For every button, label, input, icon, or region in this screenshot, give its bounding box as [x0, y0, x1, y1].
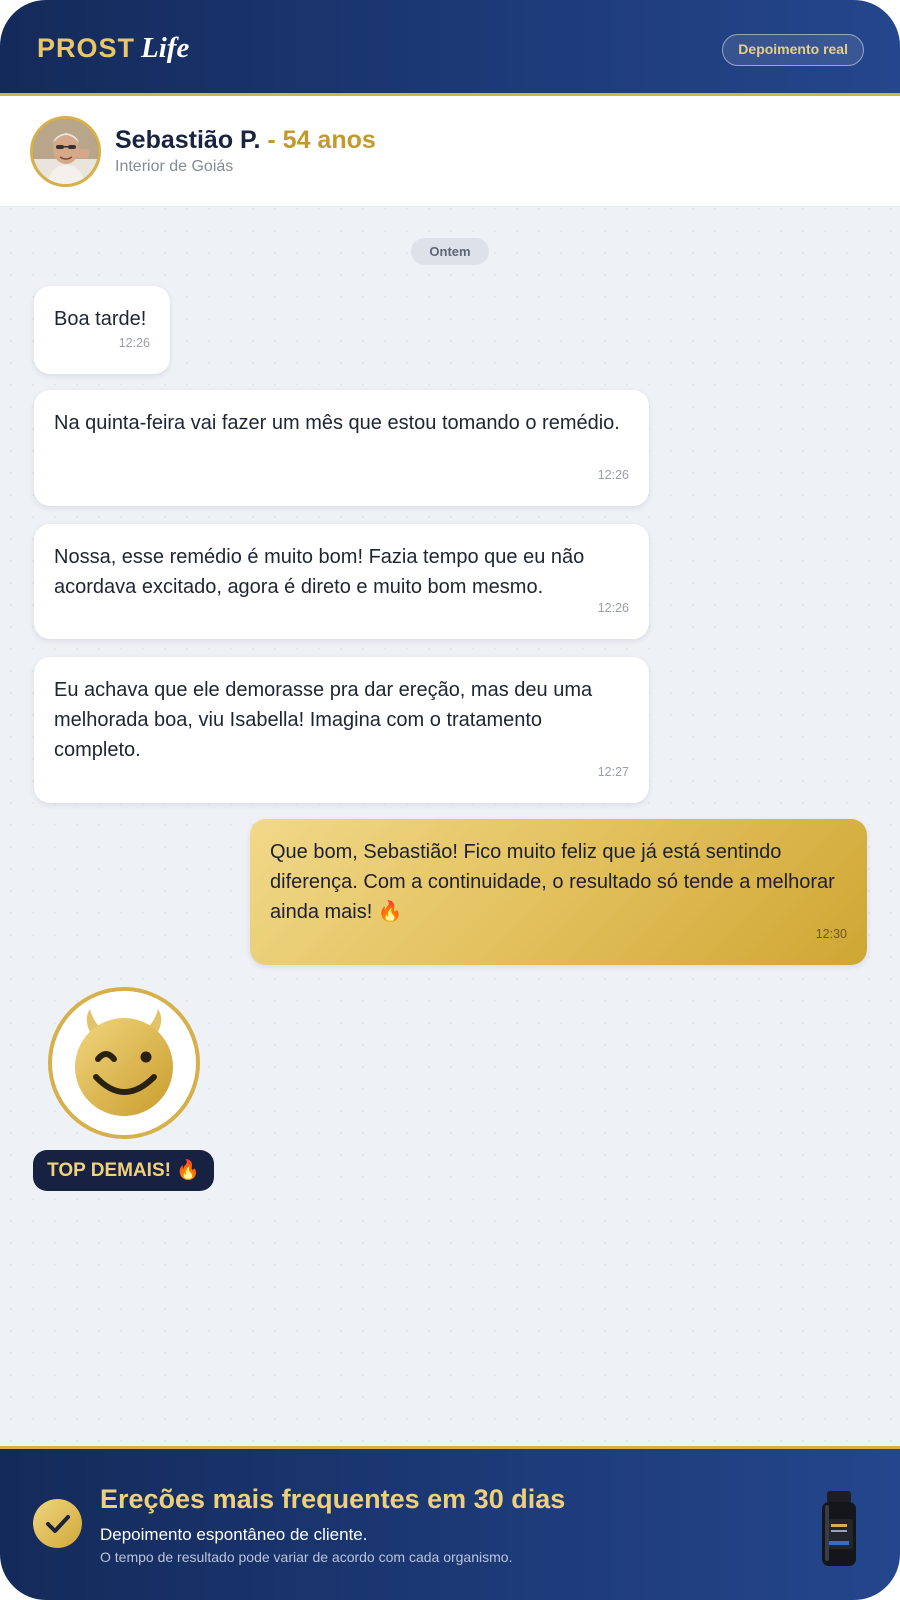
message-text: Eu achava que ele demorasse pra dar ereç… [54, 679, 593, 761]
message-text: Na quinta-feira vai fazer um mês que est… [54, 412, 620, 434]
footer-subtitle: Depoimento espontâneo de cliente. [100, 1525, 368, 1544]
footer-banner: Ereções mais frequentes em 30 dias Depoi… [0, 1446, 900, 1600]
message-text: Nossa, esse remédio é muito bom! Fazia t… [54, 546, 585, 598]
contact-age: - 54 anos [260, 126, 376, 154]
contact-profile: Sebastião P. - 54 anos Interior de Goiás [0, 96, 900, 207]
avatar [30, 116, 101, 187]
smiling-devil-icon [75, 1009, 173, 1116]
footer-title: Ereções mais frequentes em 30 dias [100, 1484, 566, 1514]
message-bubble-outgoing: Que bom, Sebastião! Fico muito feliz que… [250, 819, 867, 965]
message-bubble-incoming: Nossa, esse remédio é muito bom! Fazia t… [34, 524, 649, 639]
product-bottle [816, 1489, 862, 1569]
contact-name: Sebastião P. - 54 anos [115, 126, 376, 155]
sticker-caption: TOP DEMAIS! 🔥 [33, 1150, 214, 1191]
top-bar: PROST Life Depoimento real [0, 0, 900, 96]
footer-disclaimer: O tempo de resultado pode variar de acor… [100, 1549, 513, 1565]
date-separator: Ontem [411, 238, 489, 265]
brand-logo: PROST Life [37, 32, 189, 65]
brand-logo-prost: PROST [37, 33, 136, 63]
verified-badge [33, 1499, 82, 1548]
message-text: Que bom, Sebastião! Fico muito feliz que… [270, 841, 835, 923]
testimonial-screen: PROST Life Depoimento real Sebastião P. … [0, 0, 900, 1600]
message-time: 12:26 [597, 468, 629, 482]
contact-location: Interior de Goiás [115, 158, 234, 175]
brand-logo-life: Life [141, 32, 190, 64]
message-bubble-incoming: Na quinta-feira vai fazer um mês que est… [34, 390, 649, 506]
check-icon [46, 1515, 70, 1533]
message-time: 12:26 [118, 336, 150, 350]
message-bubble-incoming: Boa tarde! 12:26 [34, 286, 170, 374]
message-bubble-incoming: Eu achava que ele demorasse pra dar ereç… [34, 657, 649, 803]
message-time: 12:27 [597, 765, 629, 779]
message-time: 12:30 [815, 927, 847, 941]
sticker [48, 987, 200, 1139]
real-testimonial-badge: Depoimento real [722, 34, 864, 66]
supplement-bottle-icon [822, 1491, 856, 1566]
contact-name-text: Sebastião P. [115, 126, 261, 154]
message-time: 12:26 [597, 601, 629, 615]
person-photo-icon [33, 119, 98, 184]
